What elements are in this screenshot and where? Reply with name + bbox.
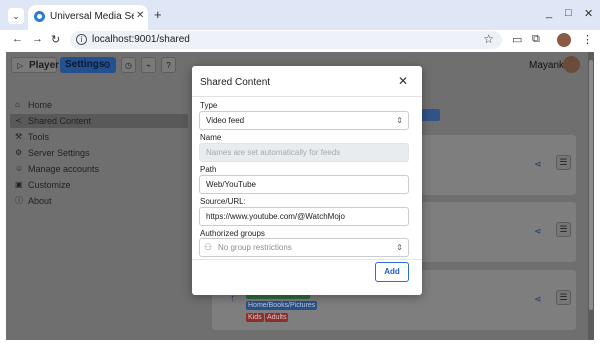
share-icon: ≺ [15,116,22,125]
play-icon: ▷ [17,61,24,70]
sidebar-item-tools[interactable]: ⚒ Tools [10,130,188,144]
back-arrow-icon[interactable]: ← [12,33,23,45]
sidebar-item-label: Server Settings [28,148,90,158]
info-icon: ⓘ [15,196,23,205]
modal-title: Shared Content [200,77,271,88]
tab-title: Universal Media Server [50,11,134,22]
sidebar-item-label: Manage accounts [28,164,100,174]
authorized-groups-select[interactable]: ⚇ No group restrictions ⇕ [199,238,409,257]
share-icon[interactable]: ⋖ [534,226,542,237]
share-icon[interactable]: ⋖ [534,159,542,170]
address-bar-row: ← → ↻ i localhost:9001/shared ☆ ▭ ⧉ ⋮ [0,30,600,50]
tag-badge: Home/Books/Pictures [246,301,318,310]
customize-icon: ▣ [15,180,23,189]
url-field[interactable]: i localhost:9001/shared ☆ [70,31,502,49]
sidebar-item-manage-accounts[interactable]: ☺ Manage accounts [10,162,188,176]
sidebar-item-label: Customize [28,180,71,190]
user-name: Mayank [529,60,565,71]
forward-arrow-icon[interactable]: → [32,33,43,45]
divider [192,259,422,260]
settings-label: Settings [65,59,105,70]
source-url-value: https://www.youtube.com/@WatchMojo [206,212,345,221]
type-select[interactable]: Video feed ⇕ [199,111,409,130]
browser-tab-bar: ⌄ Universal Media Server ✕ + _ □ ✕ [0,0,600,30]
type-label: Type [200,101,218,110]
sidebar-item-customize[interactable]: ▣ Customize [10,178,188,192]
tools-icon: ⚒ [15,132,23,141]
group-badge: Kids [246,313,264,322]
authorized-groups-label: Authorized groups [200,229,265,238]
card-menu-button[interactable]: ☰ [556,155,571,170]
sidebar-item-server-settings[interactable]: ⚙ Server Settings [10,146,188,160]
chevron-updown-icon: ⇕ [396,116,403,125]
name-input: Names are set automatically for feeds [199,143,409,162]
chevron-updown-icon: ⇕ [396,243,403,252]
add-button[interactable]: Add [375,262,409,282]
users-icon: ☺ [15,164,24,173]
home-icon: ⌂ [15,100,20,109]
language-icon: ⌁ [146,61,151,70]
cast-icon[interactable]: ▭ [512,33,522,46]
path-input[interactable]: Web/YouTube [199,175,409,194]
page-scrollbar[interactable] [588,52,594,340]
sidebar-item-label: Shared Content [28,116,92,126]
users-icon: ⚇ [204,242,213,252]
bookmark-star-icon[interactable]: ☆ [483,32,494,46]
reload-icon[interactable]: ↻ [51,33,60,46]
new-tab-button[interactable]: + [154,7,162,22]
gear-icon: ⚙ [103,60,112,70]
url-text: localhost:9001/shared [92,34,190,45]
sidebar-item-label: Home [28,100,53,110]
path-value: Web/YouTube [206,180,256,189]
divider [192,96,422,97]
card-menu-button[interactable]: ☰ [556,290,571,305]
shared-content-modal: Shared Content ✕ Type Video feed ⇕ Name … [192,66,422,295]
extensions-icon[interactable]: ⧉ [532,33,540,46]
source-url-input[interactable]: https://www.youtube.com/@WatchMojo [199,207,409,226]
browser-profile-avatar[interactable] [557,33,571,47]
type-value: Video feed [206,116,245,125]
sidebar-item-home[interactable]: ⌂ Home [10,98,188,112]
close-icon[interactable]: ✕ [398,75,408,87]
clock-button[interactable]: ◷ [121,57,136,73]
browser-tab[interactable]: Universal Media Server ✕ [28,5,148,30]
sidebar-item-label: About [28,196,52,206]
minimize-button[interactable]: _ [546,7,552,19]
tab-search-icon[interactable]: ⌄ [8,8,24,24]
language-button[interactable]: ⌁ [141,57,156,73]
card-menu-button[interactable]: ☰ [556,222,571,237]
authorized-groups-value: No group restrictions [218,243,292,252]
close-window-button[interactable]: ✕ [584,7,593,20]
path-label: Path [200,165,217,174]
tab-close-icon[interactable]: ✕ [136,10,144,21]
help-icon: ? [166,61,171,70]
sidebar-item-about[interactable]: ⓘ About [10,194,188,208]
gear-icon: ⚙ [15,148,23,157]
site-info-icon[interactable]: i [76,34,87,45]
name-placeholder: Names are set automatically for feeds [206,148,341,157]
settings-button[interactable]: Settings ⚙ [60,57,116,73]
share-icon[interactable]: ⋖ [534,294,542,305]
source-url-label: Source/URL: [200,197,246,206]
favicon-icon [34,11,45,22]
group-badge: Adults [265,313,289,322]
player-button[interactable]: ▷ Player [11,57,60,73]
sidebar-item-shared-content[interactable]: ≺ Shared Content [10,114,188,128]
avatar[interactable] [563,56,580,73]
name-label: Name [200,133,222,142]
maximize-button[interactable]: □ [565,7,572,19]
sidebar-item-label: Tools [28,132,50,142]
browser-menu-icon[interactable]: ⋮ [582,33,593,46]
help-button[interactable]: ? [161,57,176,73]
clock-icon: ◷ [125,61,132,70]
player-label: Player [29,60,60,71]
